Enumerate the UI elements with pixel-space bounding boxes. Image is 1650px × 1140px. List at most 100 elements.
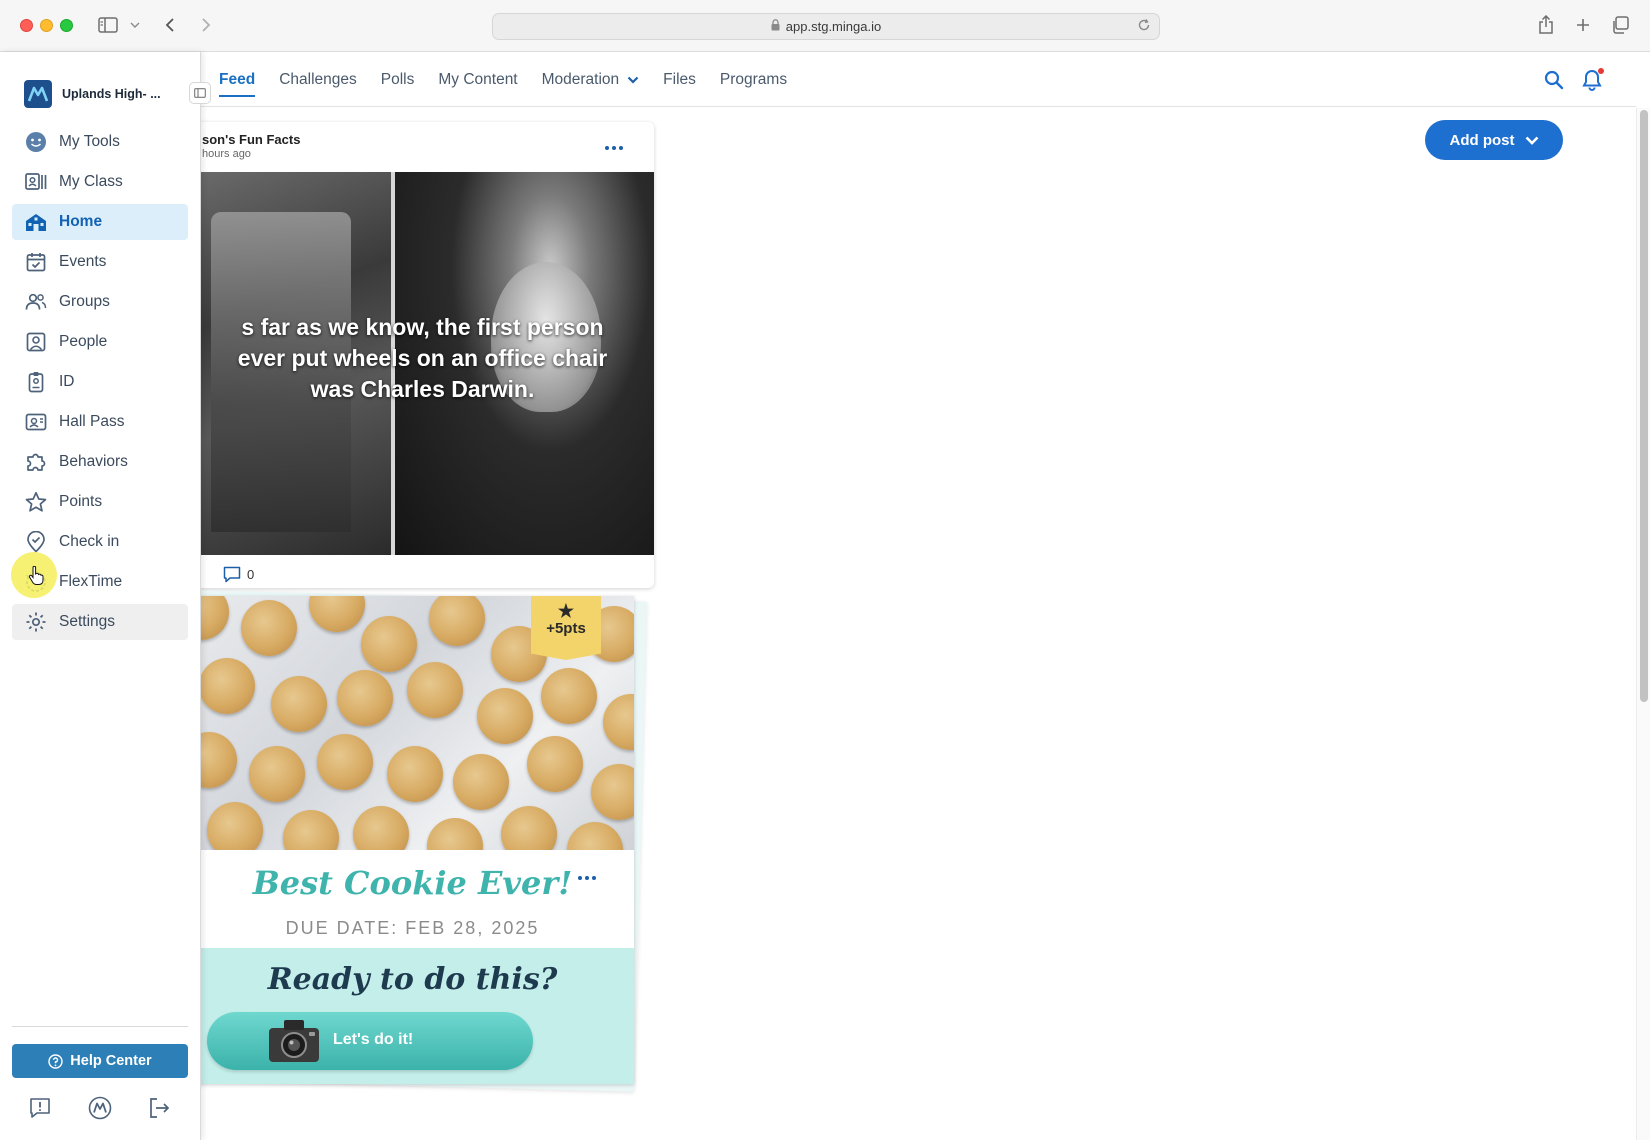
zoom-window-button[interactable] [60, 19, 73, 32]
comment-count: 0 [247, 567, 255, 582]
home-school-icon [25, 211, 47, 233]
sidebar-item-label: My Class [59, 173, 123, 190]
chevron-down-icon [627, 76, 639, 84]
camera-icon [269, 1020, 319, 1062]
star-icon [25, 491, 47, 513]
post-more-options-icon[interactable] [605, 146, 623, 150]
hall-pass-icon [25, 411, 47, 433]
sidebar-item-label: Events [59, 253, 107, 270]
school-name: Uplands High- ... [62, 87, 161, 101]
tab-programs[interactable]: Programs [720, 52, 787, 107]
school-switcher[interactable]: Uplands High- ... [24, 80, 161, 108]
id-card-icon [25, 371, 47, 393]
tab-moderation[interactable]: Moderation [542, 52, 640, 107]
challenge-cta-panel: Ready to do this? Let's do it! [201, 948, 634, 1084]
challenge-due-date: DUE DATE: FEB 28, 2025 [285, 918, 540, 938]
sidebar-item-groups[interactable]: Groups [12, 284, 188, 320]
sidebar-item-events[interactable]: Events [12, 244, 188, 280]
tab-group-chevron-icon[interactable] [128, 13, 142, 37]
help-circle-icon [48, 1053, 63, 1069]
share-icon[interactable] [1536, 13, 1556, 37]
comment-count-button[interactable]: 0 [223, 566, 254, 583]
points-badge: ★ +5pts [531, 596, 601, 660]
sidebar-item-label: Groups [59, 293, 110, 310]
sidebar-item-id[interactable]: ID [12, 364, 188, 400]
logout-icon[interactable] [147, 1096, 171, 1120]
post-image-caption: s far as we know, the first person ever … [237, 314, 608, 402]
sidebar-divider [12, 1026, 188, 1027]
help-center-label: Help Center [70, 1053, 152, 1069]
location-check-icon [25, 531, 47, 553]
sidebar-item-label: People [59, 333, 108, 350]
scrollbar-thumb[interactable] [1640, 110, 1648, 702]
notification-bell-icon[interactable] [1580, 68, 1604, 92]
feed-content: Add post son's Fun Facts hours ago s far… [201, 108, 1636, 1140]
sidebar-collapse-button[interactable] [189, 82, 211, 104]
collapse-panel-icon [194, 88, 206, 98]
top-navigation: Feed Challenges Polls My Content Moderat… [201, 52, 1636, 107]
reload-icon[interactable] [1137, 18, 1151, 35]
tab-my-content[interactable]: My Content [438, 52, 517, 107]
sidebar-toggle-icon[interactable] [96, 13, 120, 37]
sidebar-item-label: ID [59, 373, 75, 390]
new-tab-icon[interactable] [1573, 13, 1593, 37]
feed-tabs: Feed Challenges Polls My Content Moderat… [219, 52, 811, 107]
lets-do-it-label: Let's do it! [333, 1031, 414, 1048]
minimize-window-button[interactable] [40, 19, 53, 32]
challenge-card[interactable]: ★ +5pts Best Cookie Ever! DUE DATE: FEB … [201, 596, 634, 1084]
sidebar-item-label: Settings [59, 613, 116, 630]
sidebar-item-label: My Tools [59, 133, 120, 150]
sidebar-item-settings[interactable]: Settings [12, 604, 188, 640]
sidebar-item-points[interactable]: Points [12, 484, 188, 520]
sidebar-item-label: FlexTime [59, 573, 123, 590]
sidebar-item-label: Hall Pass [59, 413, 125, 430]
post-image[interactable]: s far as we know, the first person ever … [201, 172, 654, 555]
groups-icon [25, 291, 47, 313]
post-author[interactable]: son's Fun Facts [202, 132, 300, 147]
search-icon[interactable] [1542, 68, 1566, 92]
close-window-button[interactable] [20, 19, 33, 32]
lets-do-it-button[interactable]: Let's do it! [207, 1012, 533, 1070]
forward-arrow-icon[interactable] [196, 13, 216, 37]
sidebar-item-behaviors[interactable]: Behaviors [12, 444, 188, 480]
page-scrollbar[interactable] [1636, 108, 1650, 1140]
sidebar-item-my-tools[interactable]: My Tools [12, 124, 188, 160]
challenge-more-options-icon[interactable] [578, 876, 596, 880]
address-bar[interactable]: app.stg.minga.io [492, 13, 1160, 40]
sidebar-item-hall-pass[interactable]: Hall Pass [12, 404, 188, 440]
feed-post-card[interactable]: son's Fun Facts hours ago s far as we kn… [201, 122, 654, 588]
tab-challenges[interactable]: Challenges [279, 52, 357, 107]
tab-overview-icon[interactable] [1610, 13, 1630, 37]
notification-badge [1598, 68, 1604, 74]
back-arrow-icon[interactable] [160, 13, 180, 37]
minga-circle-icon[interactable] [88, 1096, 112, 1120]
help-center-button[interactable]: Help Center [12, 1044, 188, 1078]
class-roster-icon [25, 171, 47, 193]
comment-bubble-icon [223, 566, 241, 583]
star-icon: ★ [557, 601, 575, 621]
sidebar-item-people[interactable]: People [12, 324, 188, 360]
pointer-hand-icon [28, 565, 44, 591]
puzzle-icon [25, 451, 47, 473]
sidebar-item-label: Points [59, 493, 103, 510]
browser-toolbar: app.stg.minga.io [0, 0, 1650, 52]
lock-icon [771, 19, 780, 34]
sidebar-item-home[interactable]: Home [12, 204, 188, 240]
challenge-title: Best Cookie Ever! [252, 864, 573, 902]
url-text: app.stg.minga.io [785, 19, 882, 34]
sidebar-item-my-class[interactable]: My Class [12, 164, 188, 200]
tab-feed[interactable]: Feed [219, 52, 256, 107]
add-post-button[interactable]: Add post [1425, 120, 1563, 160]
sidebar-item-label: Behaviors [59, 453, 128, 470]
gear-icon [25, 611, 47, 633]
tab-moderation-label: Moderation [541, 70, 620, 88]
add-post-label: Add post [1449, 131, 1515, 149]
sidebar-item-label: Home [59, 213, 103, 230]
tab-files[interactable]: Files [663, 52, 696, 107]
feedback-icon[interactable] [28, 1096, 52, 1120]
calendar-check-icon [25, 251, 47, 273]
tab-polls[interactable]: Polls [381, 52, 415, 107]
sidebar-item-label: Check in [59, 533, 120, 550]
minga-logo-icon [24, 80, 52, 108]
chevron-down-icon [1525, 136, 1539, 145]
